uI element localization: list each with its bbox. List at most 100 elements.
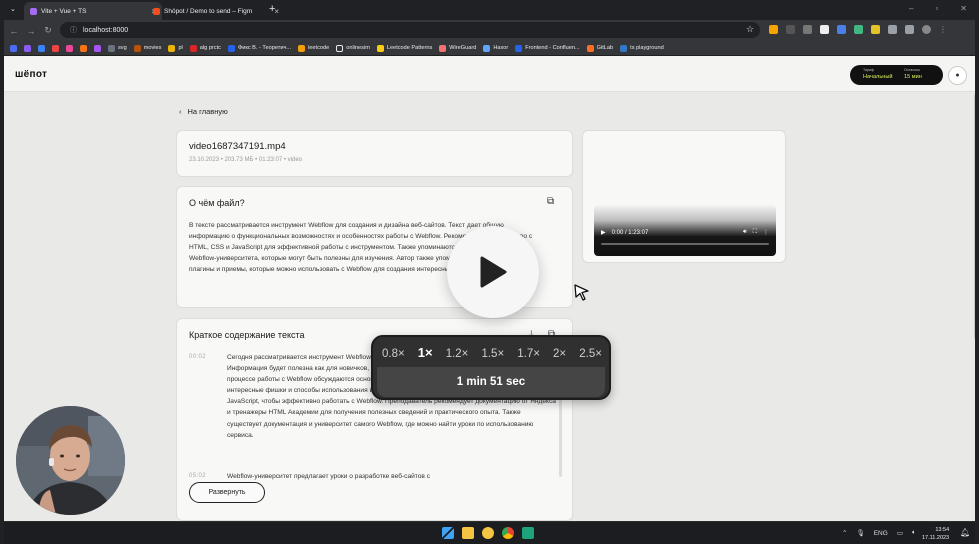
maximize-icon[interactable]: ▫ [935, 4, 938, 13]
bookmark-icon[interactable] [52, 44, 59, 52]
bookmark-confluence[interactable]: Frontend - Confluen... [515, 44, 580, 52]
bookmark-alg[interactable]: alg prctc [189, 44, 221, 52]
close-window-icon[interactable]: ✕ [960, 4, 967, 13]
video-player[interactable]: ▶ 0:00 / 1:23:07 🔊︎ ⛶ ⋮ [594, 205, 776, 256]
more-options-icon[interactable]: ⋮ [763, 229, 769, 236]
bookmark-movies[interactable]: movies [133, 44, 161, 52]
yandex-browser-icon[interactable] [482, 527, 494, 539]
vscode-icon[interactable] [522, 527, 534, 539]
speed-option[interactable]: 0.8× [382, 348, 405, 360]
bookmark-haxor[interactable]: Haxor [483, 44, 508, 52]
address-bar[interactable]: ⓘ localhost:8000 [60, 22, 760, 38]
tab-vite[interactable]: Vite + Vue + TS × [24, 2, 162, 20]
speed-option-selected[interactable]: 1× [418, 345, 433, 360]
bookmark-onlinesim[interactable]: onlinesim [336, 44, 370, 52]
big-play-button[interactable] [447, 226, 539, 318]
webcam-bubble[interactable] [16, 406, 125, 515]
bookmark-icon[interactable] [94, 44, 101, 52]
forward-arrow-icon[interactable]: → [24, 26, 38, 36]
language-indicator[interactable]: ENG [874, 530, 888, 537]
speaker-icon[interactable]: 🔈︎ [912, 529, 916, 537]
menu-kebab-icon[interactable]: ⋮ [939, 25, 948, 34]
video-controls: ▶ 0:00 / 1:23:07 🔊︎ ⛶ ⋮ [601, 229, 769, 236]
back-link[interactable]: ‹ На главную [179, 107, 228, 116]
tab-title: Shöpot / Demo to send – Figm [164, 7, 253, 15]
windows-taskbar: ⌃ 🎙︎ ENG ▭ 🔈︎ 13:54 17.11.2023 🔔︎ [4, 521, 975, 544]
file-explorer-icon[interactable] [462, 527, 474, 539]
file-meta: 23.10.2023 • 203.73 МБ • 01:23:07 • vide… [189, 157, 302, 163]
plan-badge[interactable]: Тариф Начальный Осталось 15 мин [850, 65, 943, 85]
tab-figma[interactable]: Shöpot / Demo to send – Figm × [147, 2, 285, 20]
mouse-cursor-icon [574, 284, 589, 301]
microphone-icon[interactable]: 🎙︎ [856, 529, 864, 537]
bookmark-icon[interactable] [66, 44, 73, 52]
side-panel-icon[interactable] [905, 25, 914, 34]
bookmark-icon[interactable] [24, 44, 31, 52]
new-tab-button[interactable]: + [269, 3, 275, 15]
speed-options: 0.8× 1× 1.2× 1.5× 1.7× 2× 2.5× [382, 345, 602, 360]
video-time: 0:00 / 1:23:07 [611, 229, 649, 236]
system-tray: ⌃ 🎙︎ ENG ▭ 🔈︎ [842, 529, 916, 537]
extension-icon[interactable] [786, 25, 795, 34]
copy-icon[interactable]: ⧉ [547, 196, 554, 207]
speed-option[interactable]: 1.2× [446, 348, 469, 360]
minimize-icon[interactable]: – [909, 4, 913, 13]
profile-button[interactable]: ● [948, 66, 967, 85]
fullscreen-icon[interactable]: ⛶ [753, 229, 757, 236]
back-link-label: На главную [187, 107, 228, 116]
expand-button[interactable]: Развернуть [189, 482, 265, 503]
playback-speed-panel: 0.8× 1× 1.2× 1.5× 1.7× 2× 2.5× 1 min 51 … [371, 335, 611, 400]
taskbar-clock[interactable]: 13:54 17.11.2023 [922, 526, 949, 542]
back-arrow-icon[interactable]: ← [7, 26, 21, 36]
bookmark-leetcode[interactable]: leetcode [298, 44, 329, 52]
clock-time: 13:54 [935, 527, 950, 533]
extension-icon[interactable] [803, 25, 812, 34]
plan-tariff-label: Тариф [863, 68, 874, 72]
notifications-bell-icon[interactable]: 🔔︎ [960, 528, 970, 537]
summary-timestamp[interactable]: 05:02 [189, 471, 215, 482]
reload-icon[interactable]: ↻ [41, 25, 55, 36]
video-progress-track[interactable] [601, 243, 769, 245]
bookmark-svg[interactable]: svg [108, 44, 127, 52]
page-scrollbar[interactable] [974, 94, 975, 339]
summary-timestamp[interactable]: 00:02 [189, 352, 215, 441]
extension-icon[interactable] [871, 25, 880, 34]
url-text: localhost:8000 [83, 26, 129, 34]
speed-option[interactable]: 1.5× [481, 348, 504, 360]
bookmark-ts-playground[interactable]: ts playground [620, 44, 664, 52]
extensions-puzzle-icon[interactable] [888, 25, 897, 34]
network-icon[interactable]: ▭ [897, 529, 903, 537]
volume-icon[interactable]: 🔊︎ [743, 229, 747, 236]
extension-icon[interactable] [769, 25, 778, 34]
plan-left-value: 15 мин [904, 74, 922, 80]
bookmark-icon[interactable] [80, 44, 87, 52]
bookmark-leetcode-patterns[interactable]: Leetcode Patterns [376, 44, 432, 52]
app-logo[interactable]: шёпот [15, 69, 47, 80]
speed-option[interactable]: 2.5× [579, 348, 602, 360]
bookmark-icon[interactable] [38, 44, 45, 52]
plan-left-label: Осталось [904, 68, 921, 72]
bookmark-wireguard[interactable]: WireGuard [439, 44, 476, 52]
tab-title: Vite + Vue + TS [41, 7, 87, 15]
summary-text: Webflow-университет предлагает уроки о р… [227, 473, 431, 480]
profile-avatar-icon[interactable] [922, 25, 931, 34]
chrome-icon[interactable] [502, 527, 514, 539]
video-card: ▶ 0:00 / 1:23:07 🔊︎ ⛶ ⋮ [582, 130, 786, 263]
play-icon[interactable]: ▶ [601, 229, 606, 236]
vue-devtools-icon[interactable] [854, 25, 863, 34]
extension-icon[interactable] [820, 25, 829, 34]
tray-chevron-icon[interactable]: ⌃ [842, 529, 847, 537]
extension-icon[interactable] [837, 25, 846, 34]
bookmark-star-icon[interactable]: ☆ [746, 24, 754, 35]
bookmark-gitlab[interactable]: GitLab [586, 44, 613, 52]
speed-option[interactable]: 2× [553, 348, 566, 360]
start-icon[interactable] [442, 527, 454, 539]
site-info-icon[interactable]: ⓘ [70, 25, 77, 35]
summary-title: Краткое содержание текста [189, 330, 305, 340]
bookmark-icon[interactable] [10, 44, 17, 52]
bookmark-theory[interactable]: Фикс В. - Теоретич... [227, 44, 291, 52]
bookmark-pl[interactable]: pl [168, 44, 183, 52]
tab-search-icon[interactable]: ⌄ [10, 5, 16, 13]
speed-option[interactable]: 1.7× [517, 348, 540, 360]
bookmarks-bar: svg movies pl alg prctc Фикс В. - Теорет… [4, 41, 975, 56]
